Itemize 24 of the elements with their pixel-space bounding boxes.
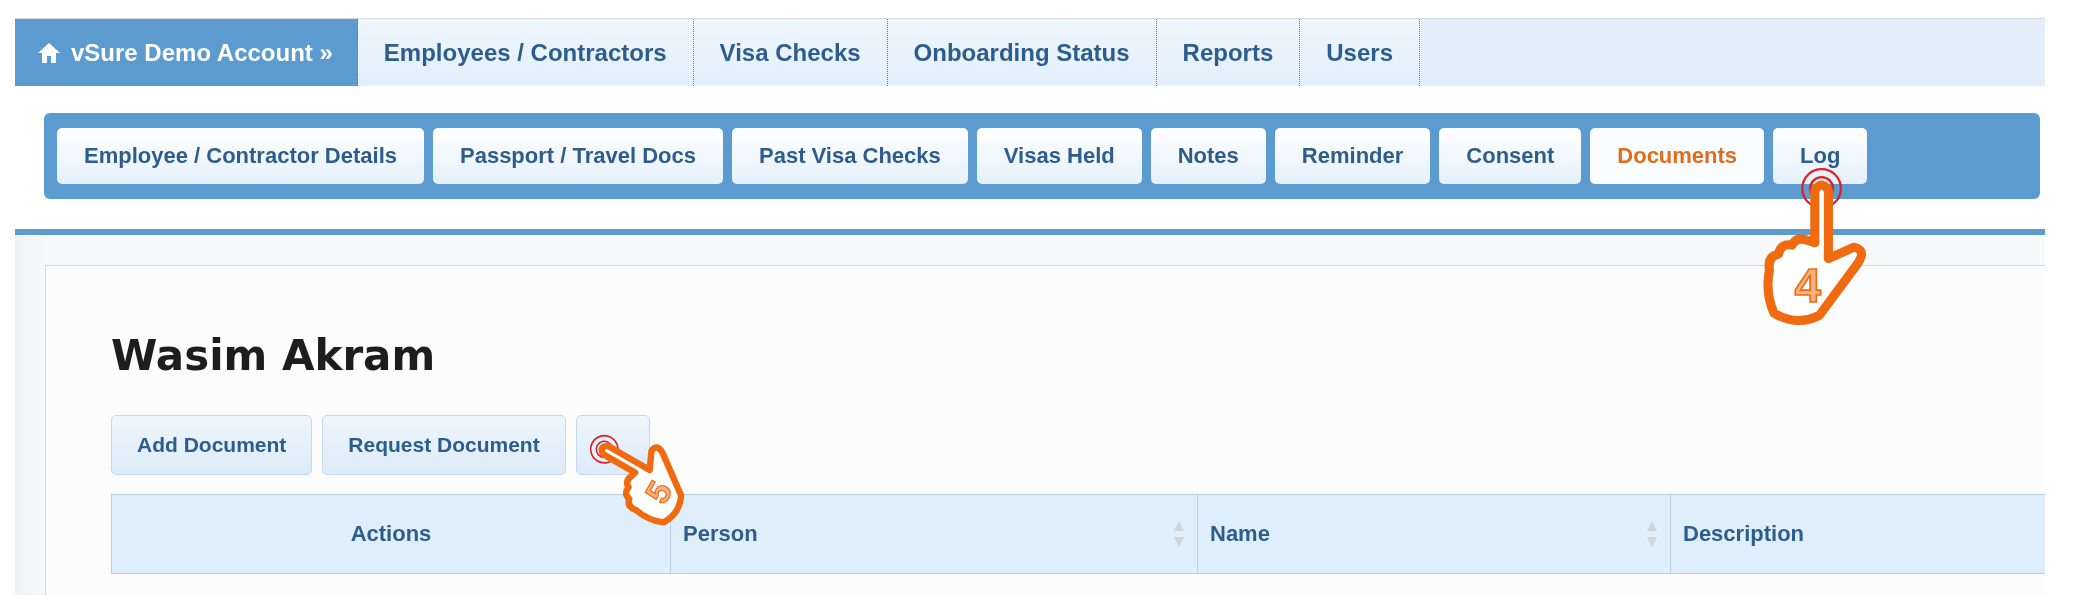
nav-link[interactable]: Reports bbox=[1156, 19, 1301, 86]
nav-link[interactable]: Onboarding Status bbox=[887, 19, 1157, 86]
tab[interactable]: Passport / Travel Docs bbox=[433, 128, 723, 184]
home-icon bbox=[37, 41, 61, 64]
tab[interactable]: Reminder bbox=[1274, 128, 1431, 184]
sort-icon[interactable] bbox=[1173, 520, 1185, 548]
column-header[interactable]: Description bbox=[1683, 521, 1805, 547]
nav-link[interactable]: Users bbox=[1300, 19, 1420, 86]
nav-link[interactable]: Employees / Contractors bbox=[357, 19, 694, 86]
toolbar-button[interactable]: Add Document bbox=[111, 415, 313, 475]
toolbar-button[interactable]: Request Document bbox=[322, 415, 566, 475]
column-header[interactable]: Person bbox=[683, 521, 758, 547]
nav-link[interactable]: Visa Checks bbox=[693, 19, 888, 86]
tab[interactable]: Visas Held bbox=[976, 128, 1142, 184]
page-title: Wasim Akram bbox=[111, 331, 437, 380]
tab[interactable]: Documents bbox=[1590, 128, 1765, 184]
tab[interactable]: Log bbox=[1773, 128, 1868, 184]
tab[interactable]: Consent bbox=[1439, 128, 1582, 184]
tab[interactable]: Past Visa Checks bbox=[732, 128, 968, 184]
column-header[interactable]: Actions bbox=[350, 521, 432, 547]
tab[interactable]: Employee / Contractor Details bbox=[57, 128, 424, 184]
tab[interactable]: Notes bbox=[1150, 128, 1266, 184]
column-header[interactable]: Name bbox=[1210, 521, 1270, 547]
sort-icon[interactable] bbox=[1646, 520, 1658, 548]
